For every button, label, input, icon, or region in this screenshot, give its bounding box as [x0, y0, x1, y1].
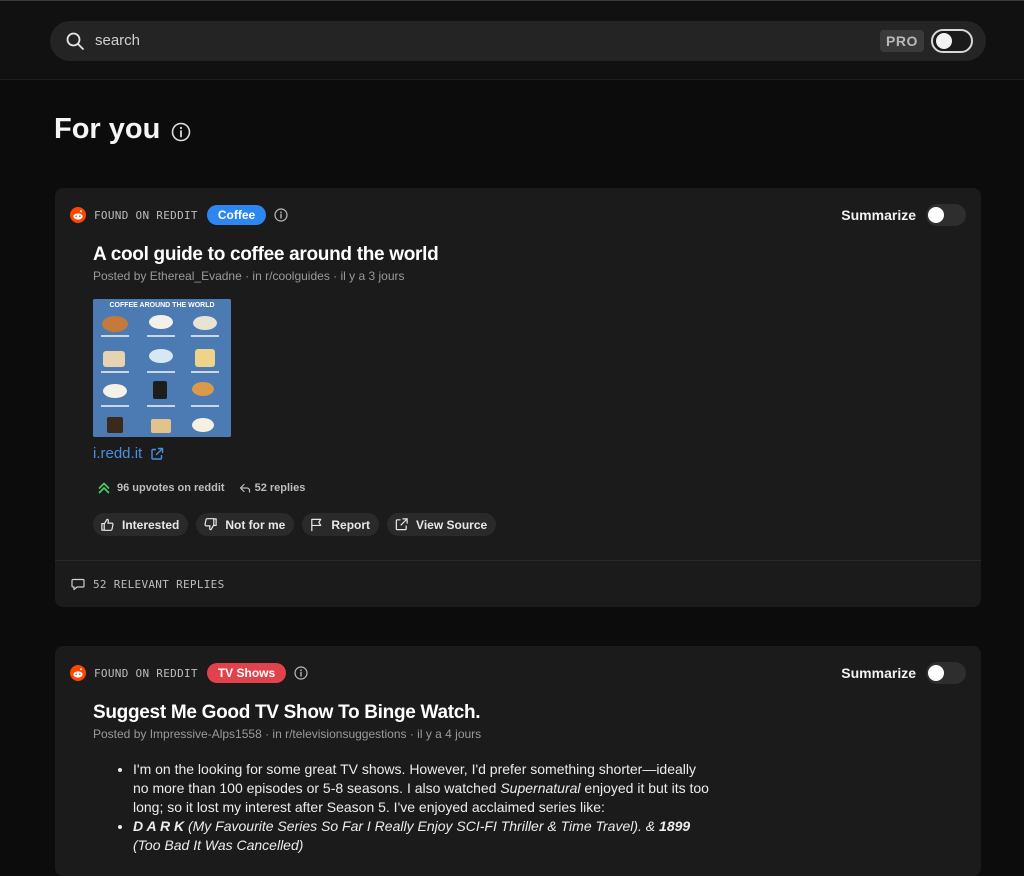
post-meta: Posted by Ethereal_Evadne · in r/coolgui…	[93, 269, 405, 283]
post-body: I'm on the looking for some great TV sho…	[115, 760, 715, 855]
source-row: FOUND ON REDDIT TV Shows	[70, 663, 308, 683]
search-input[interactable]: search	[95, 32, 140, 49]
topic-tag[interactable]: TV Shows	[206, 663, 287, 683]
coffee-guide-image: COFFEE AROUND THE WORLD	[93, 299, 231, 437]
interested-button[interactable]: Interested	[93, 513, 189, 536]
report-label: Report	[331, 517, 371, 532]
view-source-label: View Source	[416, 517, 488, 532]
summarize-toggle[interactable]	[926, 662, 966, 684]
toggle-knob	[936, 33, 952, 49]
post-meta: Posted by Impressive-Alps1558 · in r/tel…	[93, 727, 482, 741]
list-item: D A R K (My Favourite Series So Far I Re…	[133, 817, 715, 855]
summarize-control: Summarize	[841, 204, 966, 226]
thumbs-up-icon	[101, 518, 114, 531]
external-link-icon[interactable]	[150, 447, 164, 461]
post-title[interactable]: A cool guide to coffee around the world	[93, 244, 439, 266]
action-row: Interested Not for me Report View Source	[93, 513, 504, 536]
post-stats: 96 upvotes on reddit 52 replies	[97, 481, 305, 495]
divider	[55, 560, 981, 561]
pro-toggle[interactable]	[931, 29, 973, 53]
toggle-knob	[928, 665, 944, 681]
info-icon[interactable]	[171, 122, 191, 142]
info-icon[interactable]	[274, 208, 288, 222]
topic-tag[interactable]: Coffee	[206, 205, 267, 225]
not-for-me-button[interactable]: Not for me	[196, 513, 295, 536]
post-title[interactable]: Suggest Me Good TV Show To Binge Watch.	[93, 702, 481, 724]
post-thumbnail[interactable]: COFFEE AROUND THE WORLD	[93, 299, 231, 437]
interested-label: Interested	[122, 517, 180, 532]
page-title: For you	[54, 113, 161, 145]
not-for-me-label: Not for me	[225, 517, 286, 532]
post-card: FOUND ON REDDIT TV Shows Summarize Sugge…	[55, 646, 981, 876]
flag-icon	[311, 518, 322, 532]
link-row: i.redd.it	[93, 445, 164, 462]
reply-icon	[239, 483, 250, 493]
post-card: FOUND ON REDDIT Coffee Summarize A cool …	[55, 188, 981, 607]
summarize-control: Summarize	[841, 662, 966, 684]
reply-count: 52 replies	[254, 482, 306, 494]
pro-badge: PRO	[880, 30, 924, 52]
relevant-replies-button[interactable]: 52 RELEVANT REPLIES	[71, 577, 225, 591]
toggle-knob	[928, 207, 944, 223]
source-label: FOUND ON REDDIT	[94, 666, 198, 680]
top-bar: search PRO	[0, 0, 1024, 80]
summarize-label: Summarize	[841, 207, 916, 223]
search-bar[interactable]: search PRO	[50, 21, 986, 61]
thumbnail-title: COFFEE AROUND THE WORLD	[109, 302, 214, 309]
list-item: I'm on the looking for some great TV sho…	[133, 760, 715, 817]
upvote-icon	[98, 482, 110, 494]
thumbs-down-icon	[204, 518, 218, 531]
summarize-label: Summarize	[841, 665, 916, 681]
comment-icon	[71, 578, 85, 591]
report-button[interactable]: Report	[302, 513, 380, 536]
search-icon	[66, 32, 84, 50]
relevant-replies-label: 52 RELEVANT REPLIES	[93, 577, 225, 591]
info-icon[interactable]	[294, 666, 308, 680]
external-link-icon	[395, 518, 408, 531]
reddit-icon	[70, 665, 86, 681]
source-label: FOUND ON REDDIT	[94, 208, 198, 222]
upvote-count: 96 upvotes on reddit	[117, 482, 225, 494]
source-row: FOUND ON REDDIT Coffee	[70, 205, 288, 225]
reddit-icon	[70, 207, 86, 223]
view-source-button[interactable]: View Source	[387, 513, 497, 536]
source-link[interactable]: i.redd.it	[93, 445, 142, 462]
summarize-toggle[interactable]	[926, 204, 966, 226]
